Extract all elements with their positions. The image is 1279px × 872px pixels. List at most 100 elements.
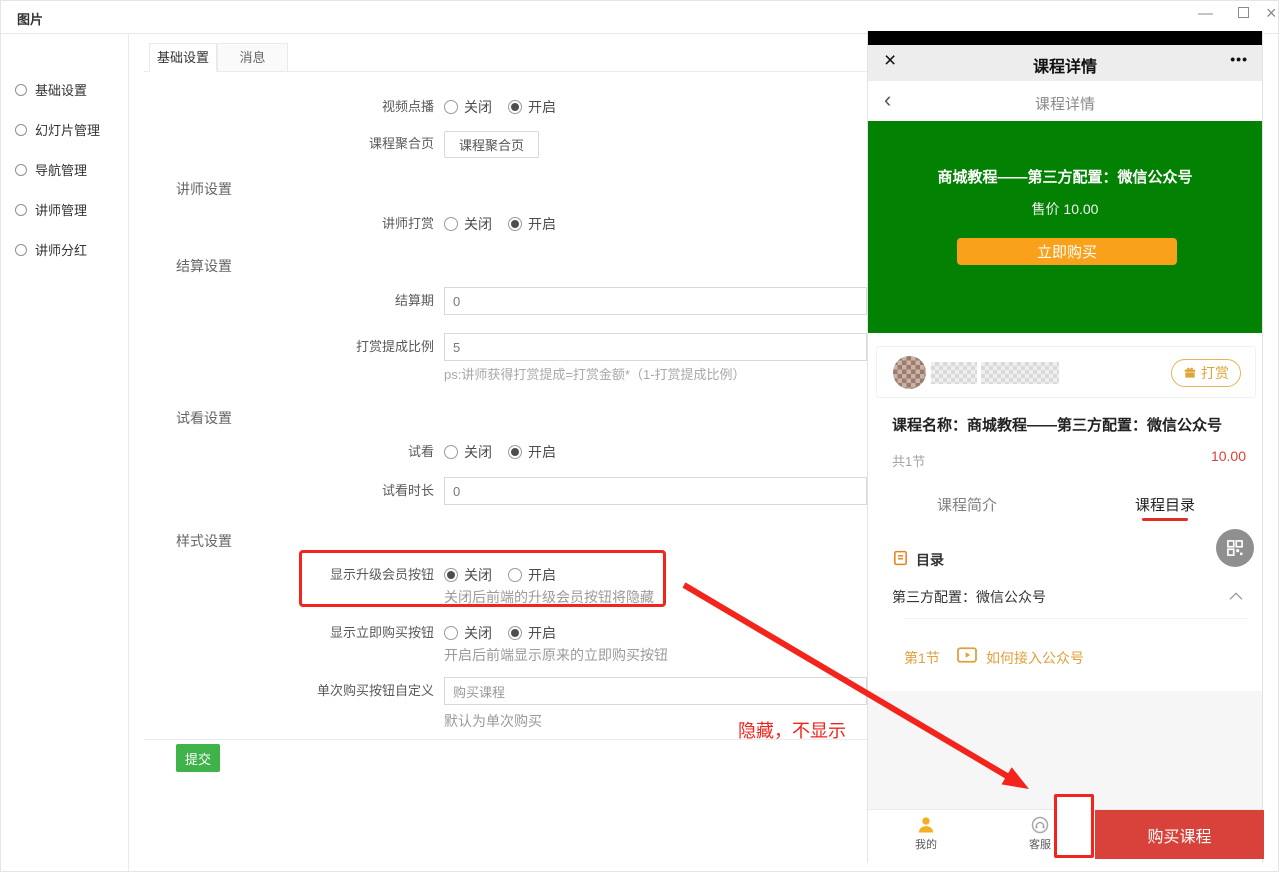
buy-course-button[interactable]: 购买课程 [1095, 810, 1264, 859]
buy-button-label: 显示立即购买按钮 [144, 625, 434, 641]
buy-radio-on-label[interactable]: 开启 [528, 623, 556, 643]
reward-radio-off-label[interactable]: 关闭 [464, 214, 492, 234]
chevron-up-icon[interactable] [1228, 590, 1244, 602]
qr-code-icon [1225, 538, 1245, 558]
circle-icon [15, 124, 27, 136]
single-buy-label: 单次购买按钮自定义 [144, 683, 434, 699]
chapter-divider [904, 618, 1248, 619]
tab-course-catalog[interactable]: 课程目录 [1066, 494, 1264, 515]
phone-status-bar [868, 31, 1262, 45]
reward-radio-off[interactable] [444, 217, 458, 231]
circle-icon [15, 164, 27, 176]
settlement-period-label: 结算期 [144, 293, 434, 309]
sidebar-item-label: 幻灯片管理 [35, 120, 100, 139]
sidebar-item-lecturer-dividend[interactable]: 讲师分红 [15, 240, 87, 259]
page-background [868, 691, 1262, 809]
course-aggregation-button[interactable]: 课程聚合页 [444, 131, 539, 158]
gift-icon [1183, 366, 1197, 380]
settlement-period-input[interactable] [444, 287, 867, 315]
lesson-count: 共1节 [892, 451, 925, 470]
wechat-header-title: 课程详情 [868, 53, 1262, 77]
phone-preview: × 课程详情 ••• ‹ 课程详情 商城教程——第三方配置：微信公众号 售价 1… [867, 31, 1263, 863]
window-minimize-icon[interactable]: — [1198, 5, 1213, 22]
annotation-text: 隐藏，不显示 [738, 717, 846, 743]
chapter-row[interactable]: 第三方配置：微信公众号 [892, 587, 1046, 607]
annotation-rect-upgrade-setting [299, 550, 666, 607]
sidebar-item-label: 讲师管理 [35, 200, 87, 219]
reward-button-label: 打赏 [1201, 363, 1229, 383]
person-icon [916, 815, 936, 835]
tab-course-intro[interactable]: 课程简介 [868, 494, 1066, 515]
trial-radio-on[interactable] [508, 445, 522, 459]
tabbar-item-mine[interactable]: 我的 [904, 815, 948, 852]
annotation-rect-hidden-button [1054, 794, 1094, 858]
more-icon[interactable]: ••• [1230, 51, 1248, 67]
banner-price: 售价 10.00 [868, 199, 1262, 219]
lecturer-reward-radio-group: 关闭 开启 [444, 216, 556, 232]
catalog-title: 目录 [916, 550, 944, 570]
trial-radio-group: 关闭 开启 [444, 444, 556, 460]
section-settlement-settings: 结算设置 [176, 258, 232, 274]
trial-radio-off-label[interactable]: 关闭 [464, 442, 492, 462]
buy-now-button[interactable]: 立即购买 [957, 238, 1177, 265]
tabbar-mine-label: 我的 [904, 836, 948, 852]
window-title: 图片 [17, 9, 43, 28]
buy-button-radio-group: 关闭 开启 [444, 625, 556, 641]
vod-radio-off[interactable] [444, 100, 458, 114]
course-price: 10.00 [1211, 448, 1246, 464]
submit-button[interactable]: 提交 [176, 744, 220, 772]
sidebar-item-basic-settings[interactable]: 基础设置 [15, 80, 87, 99]
censored-name-block [931, 362, 977, 384]
tabs-divider [144, 71, 867, 72]
page-nav: ‹ 课程详情 [868, 81, 1262, 121]
page-nav-title: 课程详情 [868, 93, 1262, 114]
window-titlebar: 图片 — × [1, 1, 1279, 34]
course-banner: 商城教程——第三方配置：微信公众号 售价 10.00 立即购买 [868, 121, 1262, 333]
sidebar-item-slideshow-management[interactable]: 幻灯片管理 [15, 120, 100, 139]
tab-message[interactable]: 消息 [217, 43, 288, 72]
play-video-icon [956, 646, 978, 664]
trial-radio-off[interactable] [444, 445, 458, 459]
sidebar: 基础设置 幻灯片管理 导航管理 讲师管理 讲师分红 [1, 34, 129, 872]
reward-radio-on[interactable] [508, 217, 522, 231]
section-lecturer-settings: 讲师设置 [176, 181, 232, 197]
vod-label: 视频点播 [144, 99, 434, 115]
censored-name-block [981, 362, 1059, 384]
sidebar-item-lecturer-management[interactable]: 讲师管理 [15, 200, 87, 219]
buy-radio-off-label[interactable]: 关闭 [464, 623, 492, 643]
active-tab-underline [1142, 518, 1188, 521]
window-close-icon[interactable]: × [1266, 3, 1277, 24]
single-buy-hint: 默认为单次购买 [444, 713, 542, 729]
customer-service-icon [1030, 815, 1050, 835]
reward-radio-on-label[interactable]: 开启 [528, 214, 556, 234]
vod-radio-off-label[interactable]: 关闭 [464, 97, 492, 117]
sidebar-item-label: 讲师分红 [35, 240, 87, 259]
avatar [893, 356, 926, 389]
sidebar-item-label: 导航管理 [35, 160, 87, 179]
screen: 图片 — × 基础设置 幻灯片管理 导航管理 讲师管理 讲师分红 基础设置 消息… [0, 0, 1279, 872]
trial-radio-on-label[interactable]: 开启 [528, 442, 556, 462]
vod-radio-group: 关闭 开启 [444, 99, 556, 115]
reward-ratio-input[interactable] [444, 333, 867, 361]
lesson-number: 第1节 [904, 648, 940, 668]
sidebar-item-label: 基础设置 [35, 80, 87, 99]
reward-button[interactable]: 打赏 [1171, 359, 1241, 387]
buy-radio-off[interactable] [444, 626, 458, 640]
circle-icon [15, 244, 27, 256]
reward-ratio-hint: ps:讲师获得打赏提成=打赏金额*（1-打赏提成比例） [444, 367, 746, 383]
aggregation-label: 课程聚合页 [144, 136, 434, 152]
buy-radio-on[interactable] [508, 626, 522, 640]
vod-radio-on-label[interactable]: 开启 [528, 97, 556, 117]
window-maximize-icon[interactable] [1238, 7, 1249, 18]
trial-duration-input[interactable] [444, 477, 867, 505]
tab-basic-settings[interactable]: 基础设置 [149, 43, 217, 72]
author-card: 打赏 [876, 346, 1256, 398]
qr-code-button[interactable] [1216, 529, 1254, 567]
lesson-title[interactable]: 如何接入公众号 [986, 648, 1084, 668]
lecturer-reward-label: 讲师打赏 [144, 216, 434, 232]
vod-radio-on[interactable] [508, 100, 522, 114]
sidebar-item-nav-management[interactable]: 导航管理 [15, 160, 87, 179]
wechat-header: × 课程详情 ••• [868, 45, 1262, 81]
single-buy-input[interactable] [444, 677, 867, 705]
section-trial-settings: 试看设置 [176, 410, 232, 426]
